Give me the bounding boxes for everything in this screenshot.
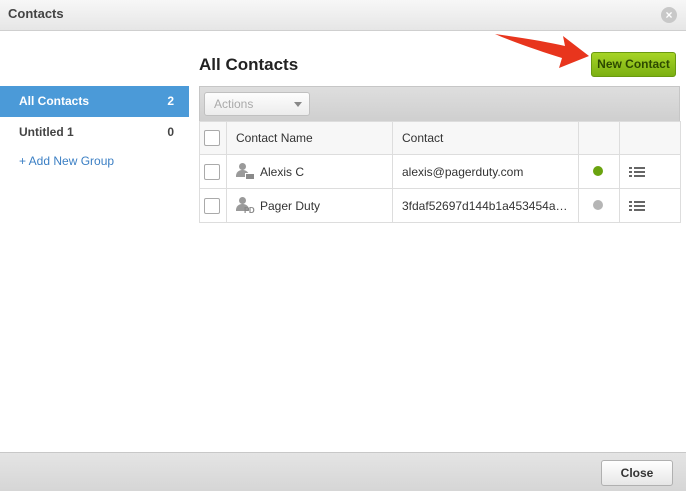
table-row: Alexis C alexis@pagerduty.com <box>199 154 681 189</box>
status-dot-icon <box>593 199 603 210</box>
menu-cell <box>619 154 681 189</box>
contact-value: alexis@pagerduty.com <box>392 154 579 189</box>
contact-value: 3fdaf52697d144b1a453454a… <box>392 188 579 223</box>
pagerduty-contact-icon: PD <box>236 196 256 216</box>
email-contact-icon <box>236 162 256 182</box>
status-cell <box>578 188 620 223</box>
page-title: All Contacts <box>199 55 299 74</box>
contact-name[interactable]: Pager Duty <box>260 199 320 213</box>
sidebar-item-count: 2 <box>167 94 174 108</box>
dialog-footer: Close <box>0 452 686 491</box>
status-cell <box>578 154 620 189</box>
list-menu-icon[interactable] <box>629 200 645 212</box>
contact-name[interactable]: Alexis C <box>260 165 304 179</box>
list-menu-icon[interactable] <box>629 166 645 178</box>
select-all-cell <box>199 121 227 155</box>
status-dot-icon <box>593 165 603 176</box>
row-check-cell <box>199 154 227 189</box>
new-contact-button[interactable]: New Contact <box>591 52 676 77</box>
contacts-table: Contact Name Contact Alexis C alexis@pag… <box>199 121 681 223</box>
sidebar-item-untitled-1[interactable]: Untitled 1 0 <box>0 117 189 148</box>
column-header-contact[interactable]: Contact <box>392 121 579 155</box>
row-checkbox[interactable] <box>204 197 220 214</box>
sidebar-item-label: Untitled 1 <box>19 125 74 139</box>
menu-cell <box>619 188 681 223</box>
table-header-row: Contact Name Contact <box>199 121 681 155</box>
close-button[interactable]: Close <box>601 460 673 486</box>
sidebar-item-label: All Contacts <box>19 94 90 108</box>
sidebar-item-all-contacts[interactable]: All Contacts 2 <box>0 86 189 117</box>
close-icon[interactable]: × <box>661 7 677 23</box>
arrow-annotation-icon <box>495 34 589 68</box>
column-header-menu <box>619 121 681 155</box>
column-header-status <box>578 121 620 155</box>
chevron-down-icon <box>294 102 302 107</box>
actions-dropdown[interactable]: Actions <box>204 92 310 116</box>
window-title: Contacts <box>8 6 64 21</box>
sidebar: All Contacts 2 Untitled 1 0 + Add New Gr… <box>0 86 189 168</box>
row-checkbox[interactable] <box>204 163 220 180</box>
contact-name-cell: PD Pager Duty <box>226 188 393 223</box>
row-check-cell <box>199 188 227 223</box>
table-row: PD Pager Duty 3fdaf52697d144b1a453454a… <box>199 188 681 223</box>
add-new-group-link[interactable]: + Add New Group <box>0 154 189 168</box>
sidebar-item-count: 0 <box>167 125 174 139</box>
contact-name-cell: Alexis C <box>226 154 393 189</box>
actions-dropdown-label: Actions <box>214 97 254 111</box>
window-titlebar: Contacts × <box>0 0 686 31</box>
select-all-checkbox[interactable] <box>204 130 220 146</box>
column-header-contact-name[interactable]: Contact Name <box>226 121 393 155</box>
table-toolbar: Actions <box>199 86 680 121</box>
